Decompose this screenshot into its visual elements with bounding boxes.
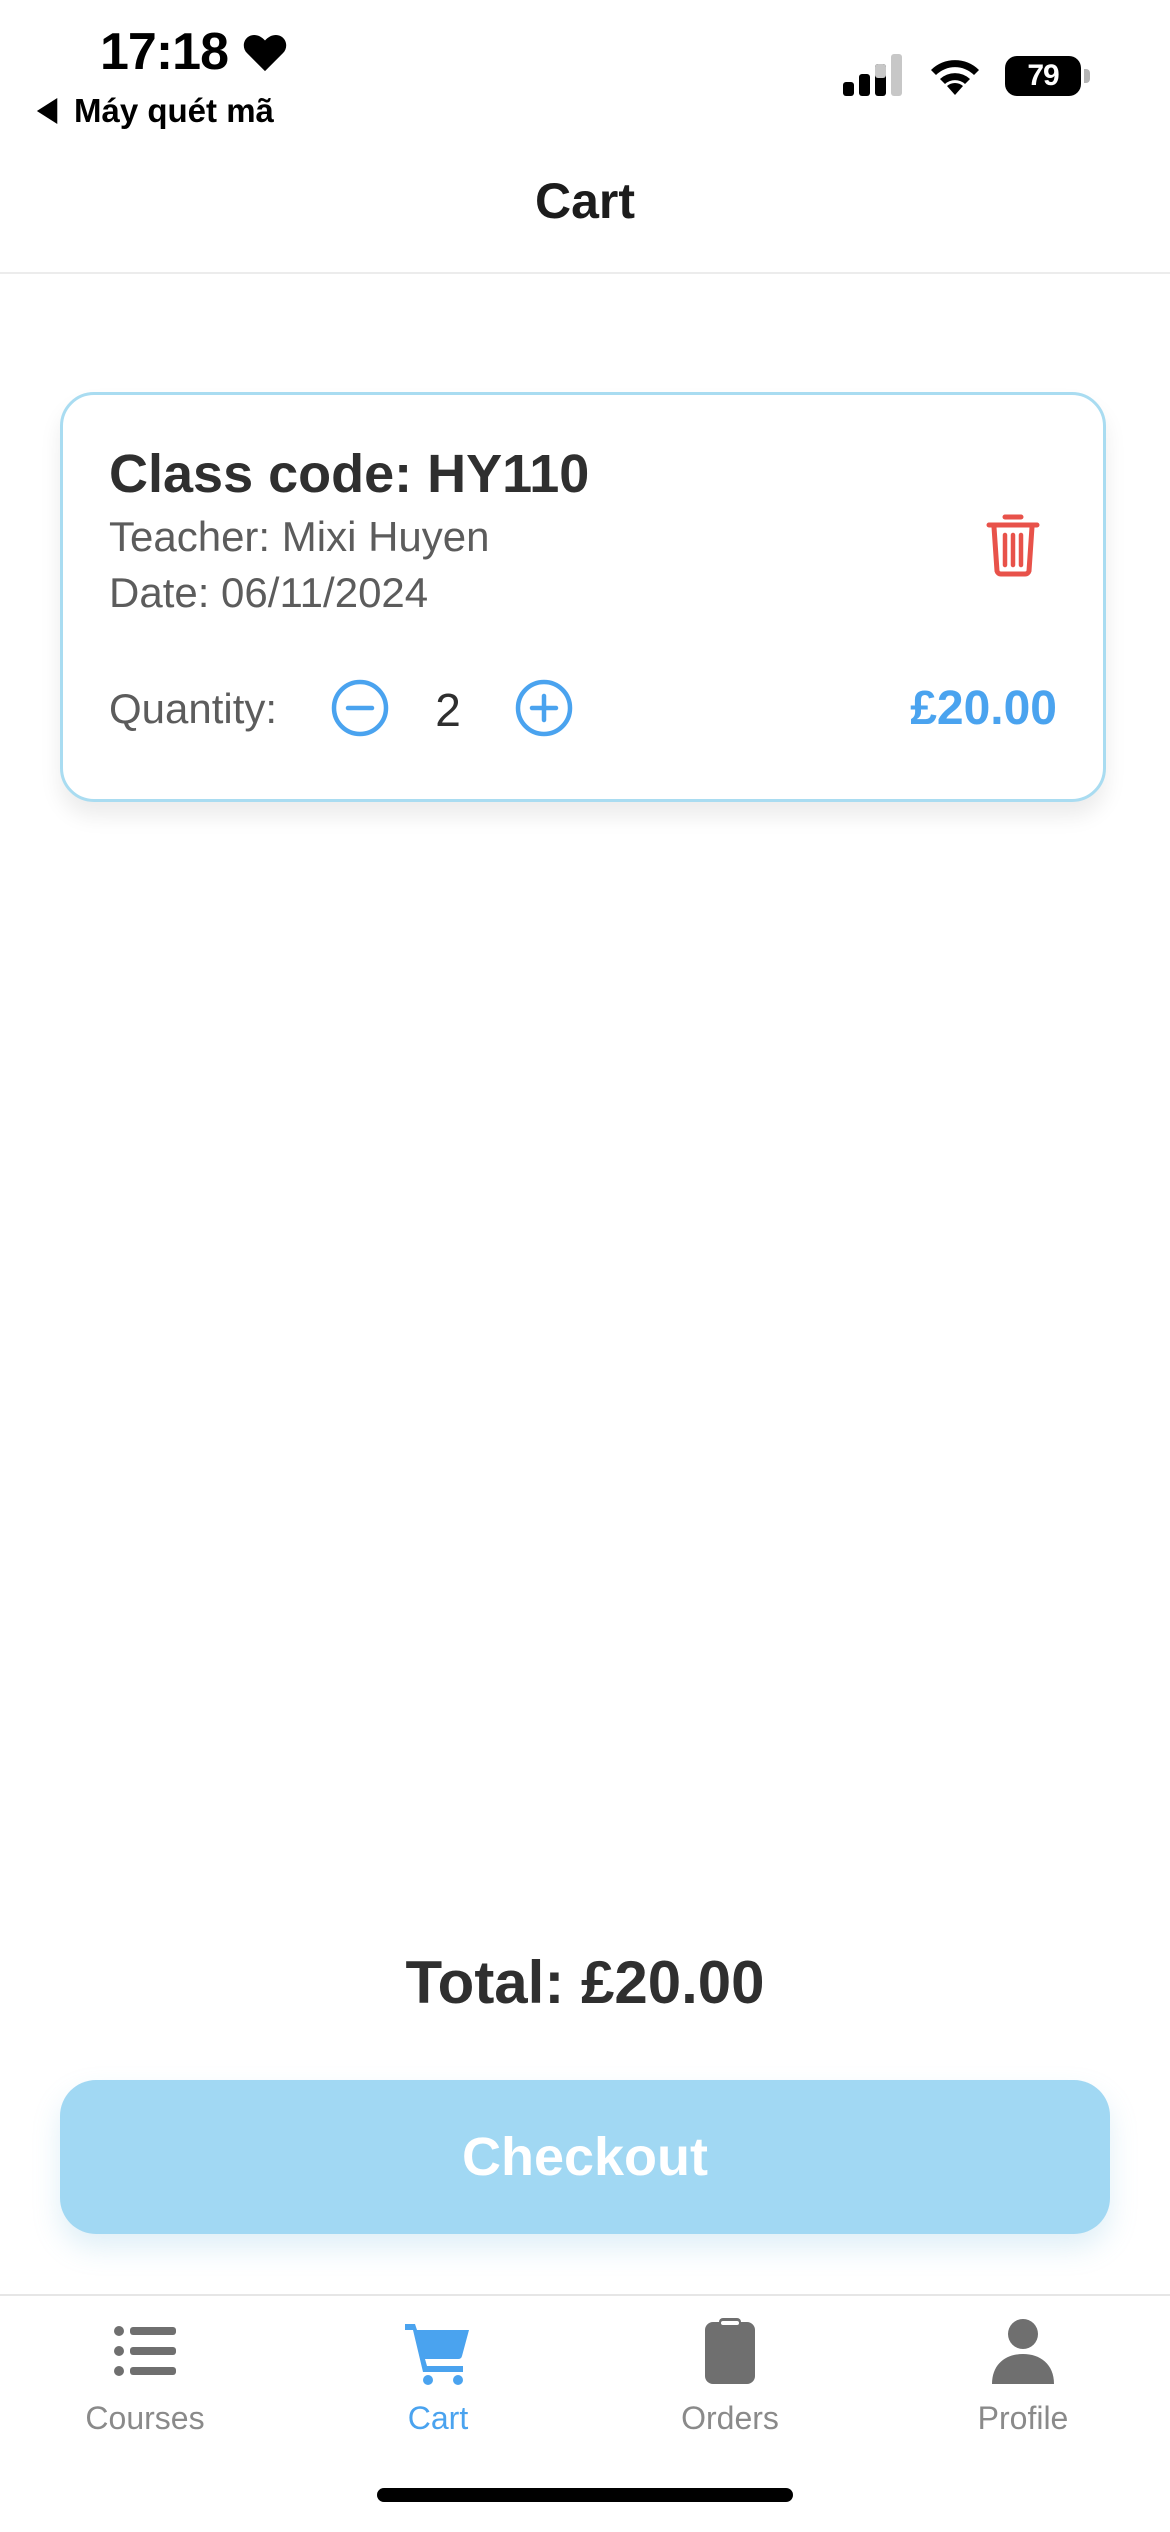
person-icon xyxy=(992,2319,1054,2384)
decrease-quantity-icon[interactable] xyxy=(331,679,389,737)
status-time: 17:18 xyxy=(100,22,288,82)
class-code: Class code: HY110 xyxy=(109,444,590,504)
wifi-icon xyxy=(931,60,979,95)
heart-icon xyxy=(243,34,287,72)
list-icon xyxy=(114,2326,176,2376)
tab-orders-label: Orders xyxy=(681,2400,779,2436)
tab-courses-label: Courses xyxy=(85,2400,205,2436)
status-time-text: 17:18 xyxy=(100,23,229,81)
cart-icon xyxy=(405,2324,469,2385)
cart-item-card: Class code: HY110 Teacher: Mixi Huyen Da… xyxy=(60,392,1106,802)
tab-profile[interactable]: Profile xyxy=(903,2310,1143,2460)
cart-screen: 17:18 Máy quét mã 79 Cart Class code: HY… xyxy=(0,0,1170,2532)
checkout-button[interactable]: Checkout xyxy=(60,2080,1110,2234)
tab-orders[interactable]: Orders xyxy=(610,2310,850,2460)
cellular-signal-icon xyxy=(843,54,902,96)
page-title: Cart xyxy=(534,173,636,229)
tab-bar-divider xyxy=(0,2294,1170,2296)
status-indicators: 79 xyxy=(843,54,1090,98)
header-divider xyxy=(0,272,1170,274)
tab-cart[interactable]: Cart xyxy=(318,2310,558,2460)
increase-quantity-icon[interactable] xyxy=(515,679,573,737)
quantity-value: 2 xyxy=(435,684,461,736)
back-triangle-icon xyxy=(36,98,58,124)
cart-total: Total: £20.00 xyxy=(405,1949,765,2016)
tab-courses[interactable]: Courses xyxy=(25,2310,265,2460)
clipboard-icon xyxy=(705,2318,755,2384)
battery-cap xyxy=(1084,69,1090,83)
tab-cart-label: Cart xyxy=(407,2400,469,2436)
home-indicator[interactable] xyxy=(377,2488,793,2502)
battery-indicator: 79 xyxy=(1005,56,1090,96)
back-app-label: Máy quét mã xyxy=(74,92,274,129)
quantity-label: Quantity: xyxy=(109,685,278,732)
tab-profile-label: Profile xyxy=(977,2400,1069,2436)
battery-level: 79 xyxy=(1005,56,1081,96)
back-to-app-button[interactable]: Máy quét mã xyxy=(36,92,274,130)
class-date: Date: 06/11/2024 xyxy=(109,569,429,616)
teacher-name: Teacher: Mixi Huyen xyxy=(109,513,490,560)
delete-item-icon[interactable] xyxy=(985,513,1041,577)
item-price: £20.00 xyxy=(910,682,1057,735)
